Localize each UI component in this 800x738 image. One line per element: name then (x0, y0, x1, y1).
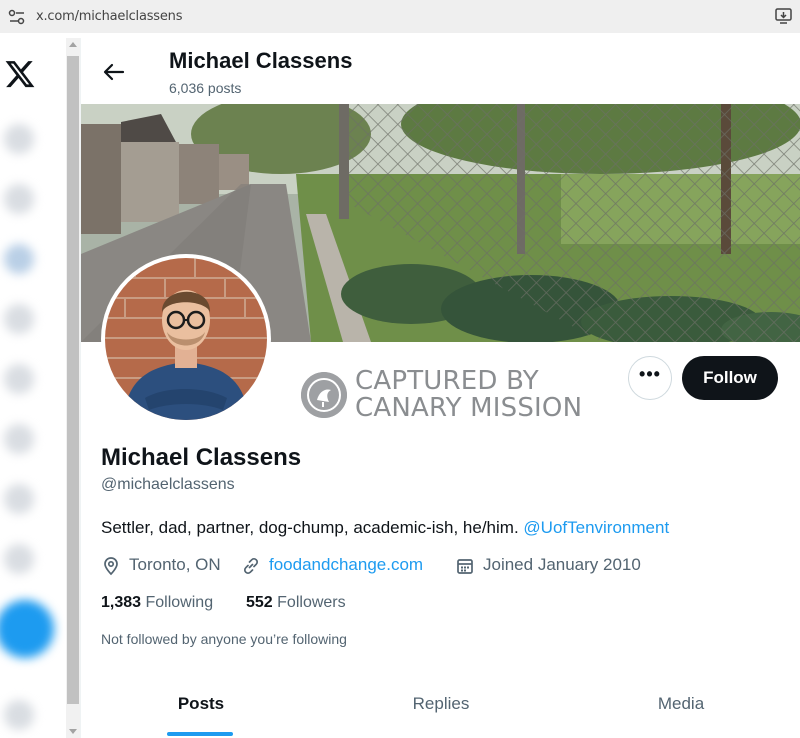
messages-icon[interactable] (4, 304, 34, 334)
profile-column: Michael Classens 6,036 posts CAPTURED BY… (80, 38, 800, 738)
location-text: Toronto, ON (129, 555, 221, 574)
profile-icon[interactable] (4, 544, 34, 574)
browser-address-bar: x.com/michaelclassens (0, 0, 800, 38)
following-count: 1,383 (101, 594, 142, 611)
followers-stat[interactable]: 552 Followers (246, 594, 346, 612)
calendar-icon (457, 559, 473, 574)
display-name: Michael Classens (101, 444, 302, 471)
more-options-button[interactable]: ••• (628, 356, 672, 400)
header-title: Michael Classens (169, 48, 353, 73)
scroll-thumb[interactable] (67, 56, 79, 704)
scroll-up-arrow-icon[interactable] (69, 42, 77, 47)
left-sidebar (0, 38, 66, 738)
watermark-line1: CAPTURED BY (355, 366, 539, 396)
site-settings-icon[interactable] (8, 9, 26, 25)
premium-icon[interactable] (4, 484, 34, 514)
communities-icon[interactable] (4, 424, 34, 454)
bio-mention-link[interactable]: @UofTenvironment (523, 518, 669, 537)
avatar-photo (105, 258, 267, 420)
canary-mission-logo (301, 372, 347, 418)
followers-count: 552 (246, 594, 273, 611)
post-button[interactable] (0, 600, 54, 658)
followers-label: Followers (277, 594, 346, 611)
handle: @michaelclassens (101, 476, 235, 493)
scroll-down-arrow-icon[interactable] (69, 729, 77, 734)
following-stat[interactable]: 1,383 Following (101, 594, 213, 611)
profile-header-bar: Michael Classens 6,036 posts (81, 38, 800, 104)
profile-tabs: Posts Replies Media (81, 680, 800, 738)
explore-icon[interactable] (4, 184, 34, 214)
link-icon (243, 557, 259, 575)
tab-media[interactable]: Media (561, 680, 800, 738)
joined-text: Joined January 2010 (483, 555, 641, 574)
more-icon: ••• (639, 364, 661, 384)
tab-posts-label: Posts (177, 694, 225, 713)
tab-replies[interactable]: Replies (321, 680, 561, 738)
bio: Settler, dad, partner, dog-chump, academ… (101, 518, 669, 538)
not-followed-note: Not followed by anyone you’re following (101, 631, 347, 647)
notifications-icon[interactable] (4, 244, 34, 274)
bio-text: Settler, dad, partner, dog-chump, academ… (101, 518, 519, 537)
grok-icon[interactable] (4, 364, 34, 394)
following-label: Following (145, 594, 214, 611)
account-avatar[interactable] (4, 700, 34, 730)
url-box[interactable]: x.com/michaelclassens (0, 0, 800, 33)
home-icon[interactable] (4, 124, 34, 154)
post-count: 6,036 posts (169, 80, 242, 96)
watermark-line2: CANARY MISSION (355, 393, 583, 423)
tab-replies-label: Replies (412, 694, 470, 713)
location-icon (104, 557, 118, 576)
tab-posts[interactable]: Posts (81, 680, 321, 738)
scrollbar[interactable] (66, 38, 80, 738)
website-link[interactable]: foodandchange.com (269, 555, 423, 575)
url-text[interactable]: x.com/michaelclassens (36, 9, 182, 24)
tab-media-label: Media (657, 694, 705, 713)
active-tab-indicator (167, 732, 233, 736)
install-app-icon[interactable] (774, 7, 794, 25)
follow-button[interactable]: Follow (682, 356, 778, 400)
back-arrow-icon[interactable] (99, 57, 129, 87)
follow-stats: 1,383 Following 552 Followers (101, 594, 346, 612)
x-logo-icon[interactable] (4, 58, 36, 90)
profile-avatar[interactable] (101, 254, 271, 424)
